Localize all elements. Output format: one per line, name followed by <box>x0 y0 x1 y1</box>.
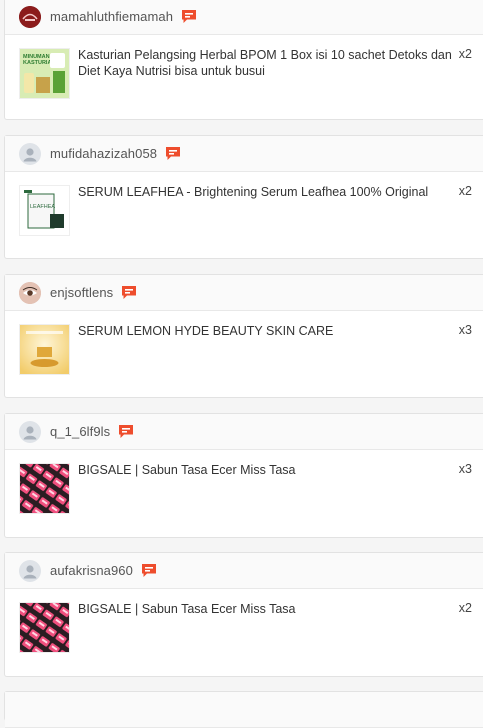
product-quantity: x3 <box>458 323 472 337</box>
order-card: mamahluthfiemamah MINUMAN KASTURIAN Kast… <box>4 0 483 120</box>
chat-icon[interactable] <box>165 146 181 161</box>
order-header: aufakrisna960 <box>5 553 483 589</box>
product-quantity: x2 <box>458 47 472 61</box>
order-item: SERUM LEMON HYDE BEAUTY SKIN CARE x3 <box>5 311 483 399</box>
chat-icon[interactable] <box>181 9 197 24</box>
buyer-username[interactable]: mufidahazizah058 <box>50 146 157 161</box>
order-card <box>4 691 483 728</box>
order-header: mufidahazizah058 <box>5 136 483 172</box>
thumb-label: LEAFHEA <box>30 204 55 210</box>
order-item: LEAFHEA SERUM LEAFHEA - Brightening Seru… <box>5 172 483 260</box>
serum-box-thumbnail[interactable]: LEAFHEA <box>19 185 70 236</box>
order-header <box>5 692 483 728</box>
chat-icon[interactable] <box>121 285 137 300</box>
buyer-username[interactable]: q_1_6lf9ls <box>50 424 110 439</box>
order-card: aufakrisna960 BIGSALE | Sabun Tasa Ecer … <box>4 552 483 677</box>
order-header: q_1_6lf9ls <box>5 414 483 450</box>
lemon-serum-thumbnail[interactable] <box>19 324 70 375</box>
order-item: MINUMAN KASTURIAN Kasturian Pelangsing H… <box>5 35 483 123</box>
soap-pattern-thumbnail[interactable] <box>19 602 70 653</box>
store-logo-avatar <box>19 5 41 28</box>
buyer-username[interactable]: enjsoftlens <box>50 285 113 300</box>
order-item: BIGSALE | Sabun Tasa Ecer Miss Tasa x3 <box>5 450 483 538</box>
default-user-avatar <box>19 420 41 443</box>
order-item: BIGSALE | Sabun Tasa Ecer Miss Tasa x2 <box>5 589 483 677</box>
order-card: mufidahazizah058 LEAFHEA SERUM LEAFHEA -… <box>4 135 483 259</box>
soap-pattern-thumbnail[interactable] <box>19 463 70 514</box>
product-name[interactable]: Kasturian Pelangsing Herbal BPOM 1 Box i… <box>78 47 456 79</box>
order-header: mamahluthfiemamah <box>5 0 483 35</box>
product-name[interactable]: BIGSALE | Sabun Tasa Ecer Miss Tasa <box>78 601 456 617</box>
product-quantity: x2 <box>458 601 472 615</box>
order-card: q_1_6lf9ls BIGSALE | Sabun Tasa Ecer Mis… <box>4 413 483 538</box>
product-quantity: x3 <box>458 462 472 476</box>
default-user-avatar <box>19 142 41 165</box>
default-user-avatar <box>19 559 41 582</box>
eye-photo-avatar <box>19 281 41 304</box>
buyer-username[interactable]: mamahluthfiemamah <box>50 9 173 24</box>
product-quantity: x2 <box>458 184 472 198</box>
product-name[interactable]: SERUM LEMON HYDE BEAUTY SKIN CARE <box>78 323 456 339</box>
order-header: enjsoftlens <box>5 275 483 311</box>
herbal-drink-thumbnail[interactable]: MINUMAN KASTURIAN <box>19 48 70 99</box>
order-card: enjsoftlens SERUM LEMON HYDE BEAUTY SKIN… <box>4 274 483 398</box>
chat-icon[interactable] <box>118 424 134 439</box>
product-name[interactable]: BIGSALE | Sabun Tasa Ecer Miss Tasa <box>78 462 456 478</box>
product-name[interactable]: SERUM LEAFHEA - Brightening Serum Leafhe… <box>78 184 456 200</box>
buyer-username[interactable]: aufakrisna960 <box>50 563 133 578</box>
chat-icon[interactable] <box>141 563 157 578</box>
